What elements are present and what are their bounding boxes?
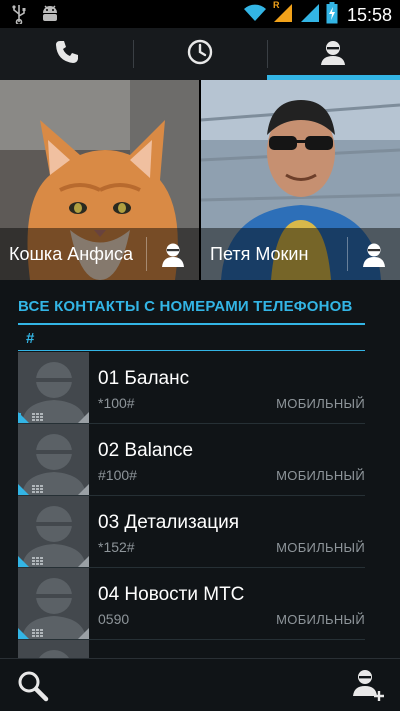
bottom-action-bar xyxy=(0,658,400,711)
avatar xyxy=(18,568,89,639)
tab-recent[interactable] xyxy=(133,28,266,80)
favorite-label-bar: Кошка Анфиса xyxy=(0,228,199,280)
list-item[interactable]: 02 Balance #100# МОБИЛЬНЫЙ xyxy=(18,424,365,496)
signal-icon: R xyxy=(272,0,294,29)
favorite-label-bar: Петя Мокин xyxy=(201,228,400,280)
person-icon[interactable] xyxy=(348,228,400,280)
clock-icon xyxy=(186,38,214,71)
contact-number: *152# xyxy=(98,539,135,555)
contact-number: *100# xyxy=(98,395,135,411)
tab-bar xyxy=(0,28,400,80)
divider xyxy=(18,350,365,351)
list-item[interactable]: 03 Детализация *152# МОБИЛЬНЫЙ xyxy=(18,496,365,568)
add-contact-icon[interactable] xyxy=(350,667,386,703)
signal-icon xyxy=(299,2,321,29)
phone-type: МОБИЛЬНЫЙ xyxy=(276,540,365,555)
usb-icon xyxy=(12,4,26,29)
list-item[interactable]: 01 Баланс *100# МОБИЛЬНЫЙ xyxy=(18,352,365,424)
battery-charging-icon xyxy=(326,2,338,29)
avatar xyxy=(18,640,89,658)
search-icon[interactable] xyxy=(16,669,50,703)
favorite-name: Кошка Анфиса xyxy=(9,243,134,264)
person-icon[interactable] xyxy=(147,228,199,280)
avatar xyxy=(18,352,89,423)
tab-phone[interactable] xyxy=(0,28,133,80)
contact-name: 03 Детализация xyxy=(98,512,240,533)
list-item[interactable] xyxy=(18,640,365,658)
favorite-tile[interactable]: Петя Мокин xyxy=(201,80,400,280)
divider xyxy=(18,323,365,325)
avatar xyxy=(18,496,89,567)
phone-type: МОБИЛЬНЫЙ xyxy=(276,468,365,483)
favorite-name: Петя Мокин xyxy=(210,243,309,264)
person-icon xyxy=(319,38,347,71)
contact-name: 01 Баланс xyxy=(98,368,190,389)
contact-name: 02 Balance xyxy=(98,440,194,461)
phone-type: МОБИЛЬНЫЙ xyxy=(276,612,365,627)
wifi-icon xyxy=(243,3,267,28)
index-letter: # xyxy=(26,330,35,347)
tab-contacts[interactable] xyxy=(266,28,400,80)
contact-list[interactable]: ВСЕ КОНТАКТЫ С НОМЕРАМИ ТЕЛЕФОНОВ # 01 Б… xyxy=(0,280,400,658)
section-header: ВСЕ КОНТАКТЫ С НОМЕРАМИ ТЕЛЕФОНОВ xyxy=(18,298,353,315)
avatar xyxy=(18,424,89,495)
clock: 15:58 xyxy=(346,5,392,25)
favorite-tile[interactable]: Кошка Анфиса xyxy=(0,80,199,280)
contact-number: #100# xyxy=(98,467,137,483)
roaming-mark: R xyxy=(272,0,280,10)
phone-type: МОБИЛЬНЫЙ xyxy=(276,396,365,411)
phone-icon xyxy=(53,38,81,71)
list-item[interactable]: 04 Новости МТС 0590 МОБИЛЬНЫЙ xyxy=(18,568,365,640)
favorites-strip: Кошка Анфиса Петя Мокин xyxy=(0,80,400,280)
contact-number: 0590 xyxy=(98,611,130,627)
android-icon xyxy=(40,4,60,29)
status-bar: R 15:58 xyxy=(0,0,400,28)
contact-name: 04 Новости МТС xyxy=(98,584,245,605)
